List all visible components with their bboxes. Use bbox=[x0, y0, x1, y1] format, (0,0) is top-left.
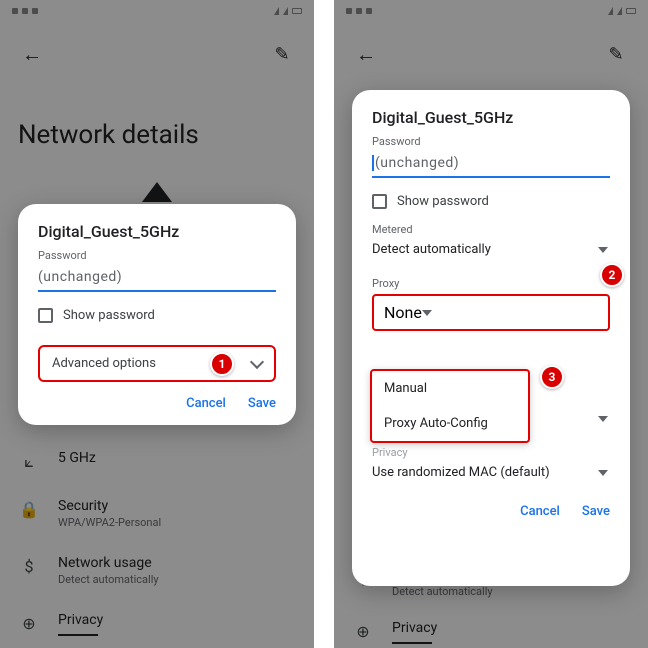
step-badge-3: 3 bbox=[540, 365, 564, 389]
privacy-value: Use randomized MAC (default) bbox=[372, 465, 598, 480]
cancel-button[interactable]: Cancel bbox=[520, 504, 560, 519]
show-password-row[interactable]: Show password bbox=[372, 194, 610, 209]
metered-value: Detect automatically bbox=[372, 242, 598, 257]
cancel-button[interactable]: Cancel bbox=[186, 396, 226, 411]
metered-label: Metered bbox=[372, 223, 610, 236]
password-input[interactable]: (unchanged) bbox=[38, 262, 276, 292]
show-password-label: Show password bbox=[63, 308, 155, 323]
privacy-label: Privacy bbox=[372, 446, 610, 459]
screenshot-right: $ Network usage Detect automatically ⊕ P… bbox=[334, 0, 648, 648]
chevron-down-icon bbox=[598, 247, 608, 253]
password-label: Password bbox=[372, 135, 610, 148]
chevron-down-icon bbox=[422, 310, 432, 316]
checkbox-icon[interactable] bbox=[372, 194, 387, 209]
chevron-down-icon bbox=[250, 354, 264, 368]
proxy-dropdown[interactable]: None bbox=[372, 294, 610, 331]
network-dialog-expanded: Digital_Guest_5GHz Password (unchanged) … bbox=[352, 90, 630, 586]
proxy-value: None bbox=[384, 303, 422, 322]
screenshot-left: Network details ⟀ 5 GHz 🔒 Security WPA/W… bbox=[0, 0, 314, 648]
step-badge-2: 2 bbox=[600, 263, 624, 287]
password-input[interactable]: (unchanged) bbox=[372, 148, 610, 178]
step-badge-1: 1 bbox=[210, 352, 234, 376]
proxy-option-pac[interactable]: Proxy Auto-Config bbox=[372, 406, 528, 441]
proxy-menu: Manual Proxy Auto-Config bbox=[370, 369, 530, 443]
save-button[interactable]: Save bbox=[582, 504, 610, 519]
metered-dropdown[interactable]: Detect automatically bbox=[372, 236, 610, 263]
ssid-title: Digital_Guest_5GHz bbox=[372, 108, 610, 127]
advanced-options-row[interactable]: Advanced options 1 bbox=[38, 345, 276, 382]
ssid-title: Digital_Guest_5GHz bbox=[38, 222, 276, 241]
save-button[interactable]: Save bbox=[248, 396, 276, 411]
checkbox-icon[interactable] bbox=[38, 308, 53, 323]
password-label: Password bbox=[38, 249, 276, 262]
privacy-dropdown[interactable]: Use randomized MAC (default) bbox=[372, 459, 610, 486]
chevron-down-icon bbox=[598, 470, 608, 476]
proxy-label: Proxy bbox=[372, 277, 610, 290]
show-password-label: Show password bbox=[397, 194, 489, 209]
chevron-down-icon bbox=[598, 416, 608, 422]
proxy-option-manual[interactable]: Manual bbox=[372, 371, 528, 406]
network-dialog: Digital_Guest_5GHz Password (unchanged) … bbox=[18, 204, 296, 425]
show-password-row[interactable]: Show password bbox=[38, 308, 276, 323]
